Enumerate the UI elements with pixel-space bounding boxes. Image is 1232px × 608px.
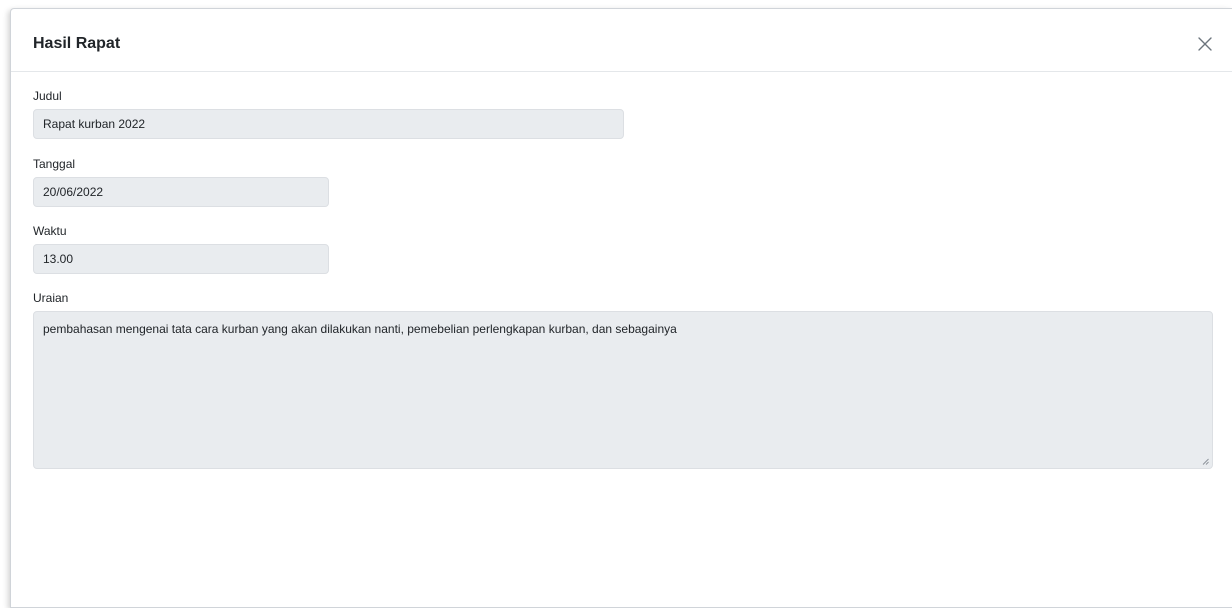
uraian-label: Uraian <box>33 291 69 305</box>
uraian-textarea[interactable]: pembahasan mengenai tata cara kurban yan… <box>33 311 1213 469</box>
modal-title: Hasil Rapat <box>33 35 121 52</box>
meeting-result-modal: Hasil Rapat Judul Rapat kurban 2022 Tang… <box>10 8 1232 608</box>
tanggal-field[interactable]: 20/06/2022 <box>33 177 329 207</box>
waktu-field[interactable]: 13.00 <box>33 244 329 274</box>
judul-field[interactable]: Rapat kurban 2022 <box>33 109 624 139</box>
waktu-label: Waktu <box>33 224 67 238</box>
judul-label: Judul <box>33 89 62 103</box>
modal-header: Hasil Rapat <box>11 9 1232 72</box>
uraian-text: pembahasan mengenai tata cara kurban yan… <box>43 322 677 336</box>
close-icon <box>1198 37 1212 51</box>
tanggal-label: Tanggal <box>33 157 76 171</box>
close-button[interactable] <box>1196 35 1214 53</box>
resize-handle-icon[interactable] <box>1202 458 1209 465</box>
